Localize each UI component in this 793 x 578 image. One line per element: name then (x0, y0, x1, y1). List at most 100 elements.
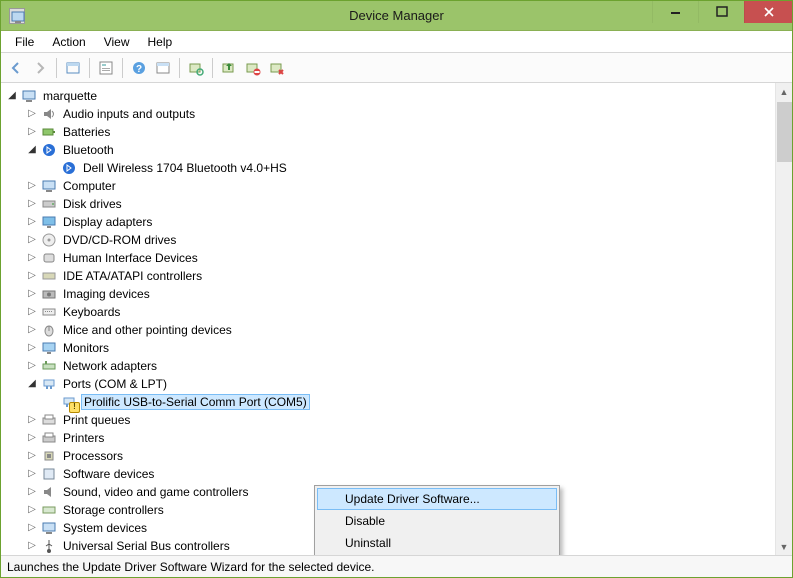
toolbar-separator (179, 58, 180, 78)
collapse-arrow-icon[interactable]: ▷ (27, 306, 37, 317)
collapse-arrow-icon[interactable]: ▷ (27, 504, 37, 515)
tree-node-label: Sound, video and game controllers (61, 485, 250, 499)
tree-node[interactable]: ◢Ports (COM & LPT) (27, 375, 773, 393)
collapse-arrow-icon[interactable]: ▷ (27, 252, 37, 263)
toolbar-disable-button[interactable] (242, 57, 264, 79)
tree-node-label: Network adapters (61, 359, 159, 373)
scroll-up-icon[interactable]: ▲ (776, 83, 792, 100)
collapse-arrow-icon[interactable]: ▷ (27, 468, 37, 479)
tree-node-label: Computer (61, 179, 118, 193)
collapse-arrow-icon[interactable]: ▷ (27, 522, 37, 533)
tree-node-label: Human Interface Devices (61, 251, 200, 265)
svg-text:?: ? (136, 64, 142, 75)
expand-arrow-icon[interactable]: ◢ (7, 90, 17, 101)
storage-icon (41, 502, 57, 518)
collapse-arrow-icon[interactable]: ▷ (27, 216, 37, 227)
tree-root-node[interactable]: ◢ marquette (7, 87, 773, 105)
collapse-arrow-icon[interactable]: ▷ (27, 342, 37, 353)
expand-arrow-icon[interactable]: ◢ (27, 378, 37, 389)
tree-node[interactable]: ▷ Mice and other pointing devices (27, 321, 773, 339)
toolbar-scan-button[interactable] (185, 57, 207, 79)
toolbar-back-button[interactable] (5, 57, 27, 79)
tree-node[interactable]: ◢ Bluetooth (27, 141, 773, 159)
dvd-icon (41, 232, 57, 248)
toolbar-properties-button[interactable] (95, 57, 117, 79)
vertical-scrollbar[interactable]: ▲ ▼ (775, 83, 792, 555)
collapse-arrow-icon[interactable]: ▷ (27, 432, 37, 443)
device-tree[interactable]: ◢ marquette ▷Audio inputs and outputs ▷B… (1, 83, 775, 555)
titlebar[interactable]: Device Manager (1, 1, 792, 31)
collapse-arrow-icon[interactable]: ▷ (27, 180, 37, 191)
context-disable[interactable]: Disable (317, 510, 557, 532)
content-area: ◢ marquette ▷Audio inputs and outputs ▷B… (1, 83, 792, 555)
menu-help[interactable]: Help (140, 33, 181, 51)
menu-file[interactable]: File (7, 33, 42, 51)
tree-node-label: Software devices (61, 467, 156, 481)
collapse-arrow-icon[interactable]: ▷ (27, 486, 37, 497)
collapse-arrow-icon[interactable]: ▷ (27, 108, 37, 119)
collapse-arrow-icon[interactable]: ▷ (27, 126, 37, 137)
ide-icon (41, 268, 57, 284)
tree-node[interactable]: ▷Batteries (27, 123, 773, 141)
close-button[interactable] (744, 1, 792, 23)
sound-icon (41, 484, 57, 500)
printer-icon (41, 430, 57, 446)
toolbar-uninstall-button[interactable] (266, 57, 288, 79)
computer-icon (21, 88, 37, 104)
collapse-arrow-icon[interactable]: ▷ (27, 324, 37, 335)
collapse-arrow-icon[interactable]: ▷ (27, 540, 37, 551)
toolbar-show-hide-button[interactable] (62, 57, 84, 79)
tree-node[interactable]: ▷Processors (27, 447, 773, 465)
port-icon (41, 376, 57, 392)
tree-node[interactable]: ▷Display adapters (27, 213, 773, 231)
collapse-arrow-icon[interactable]: ▷ (27, 234, 37, 245)
minimize-button[interactable] (652, 1, 698, 23)
display-icon (41, 214, 57, 230)
tree-node-label: System devices (61, 521, 149, 535)
tree-leaf-node[interactable]: Dell Wireless 1704 Bluetooth v4.0+HS (47, 159, 773, 177)
tree-node[interactable]: ▷ Printers (27, 429, 773, 447)
tree-node[interactable]: ▷Imaging devices (27, 285, 773, 303)
software-icon (41, 466, 57, 482)
tree-node[interactable]: ▷Disk drives (27, 195, 773, 213)
tree-node[interactable]: ▷ Software devices (27, 465, 773, 483)
keyboard-icon (41, 304, 57, 320)
context-uninstall[interactable]: Uninstall (317, 532, 557, 554)
window-controls (652, 1, 792, 30)
tree-node-label: Mice and other pointing devices (61, 323, 234, 337)
collapse-arrow-icon[interactable]: ▷ (27, 360, 37, 371)
tree-node[interactable]: ▷ Computer (27, 177, 773, 195)
menu-view[interactable]: View (96, 33, 138, 51)
maximize-button[interactable] (698, 1, 744, 23)
print-queue-icon (41, 412, 57, 428)
menu-action[interactable]: Action (44, 33, 93, 51)
tree-node[interactable]: ▷Audio inputs and outputs (27, 105, 773, 123)
scroll-thumb[interactable] (777, 102, 792, 162)
toolbar-forward-button[interactable] (29, 57, 51, 79)
tree-leaf-node-selected[interactable]: Prolific USB-to-Serial Comm Port (COM5) (47, 393, 773, 411)
tree-node[interactable]: ▷Keyboards (27, 303, 773, 321)
tree-node-label: Printers (61, 431, 106, 445)
toolbar-separator (122, 58, 123, 78)
collapse-arrow-icon[interactable]: ▷ (27, 198, 37, 209)
toolbar-update-driver-button[interactable] (218, 57, 240, 79)
scroll-down-icon[interactable]: ▼ (776, 538, 792, 555)
tree-node[interactable]: ▷IDE ATA/ATAPI controllers (27, 267, 773, 285)
collapse-arrow-icon[interactable]: ▷ (27, 270, 37, 281)
system-icon (41, 520, 57, 536)
collapse-arrow-icon[interactable]: ▷ (27, 414, 37, 425)
tree-node[interactable]: ▷Monitors (27, 339, 773, 357)
camera-icon (41, 286, 57, 302)
toolbar-help-button[interactable]: ? (128, 57, 150, 79)
collapse-arrow-icon[interactable]: ▷ (27, 450, 37, 461)
tree-node[interactable]: ▷ Human Interface Devices (27, 249, 773, 267)
tree-node[interactable]: ▷DVD/CD-ROM drives (27, 231, 773, 249)
tree-node-label: Bluetooth (61, 143, 116, 157)
tree-node[interactable]: ▷ Network adapters (27, 357, 773, 375)
collapse-arrow-icon[interactable]: ▷ (27, 288, 37, 299)
tree-node[interactable]: ▷Print queues (27, 411, 773, 429)
context-update-driver[interactable]: Update Driver Software... (317, 488, 557, 510)
disk-icon (41, 196, 57, 212)
expand-arrow-icon[interactable]: ◢ (27, 144, 37, 155)
toolbar-window-button[interactable] (152, 57, 174, 79)
